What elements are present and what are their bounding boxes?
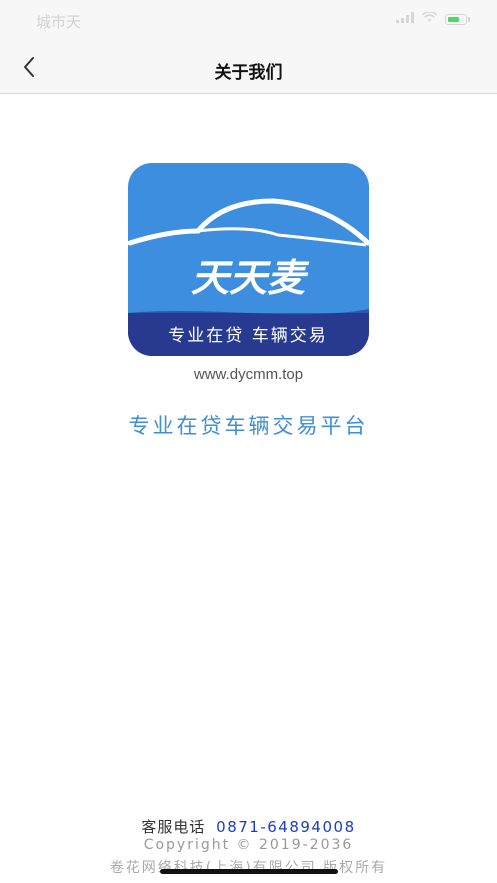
- wifi-icon: [421, 11, 438, 26]
- page-title: 关于我们: [214, 63, 283, 83]
- website-url: www.dycmm.top: [193, 366, 304, 383]
- tagline: 专业在贷车辆交易平台: [128, 414, 369, 438]
- carrier-label: 城市天: [36, 13, 82, 31]
- logo-brand-name: 天天麦: [191, 256, 310, 300]
- battery-icon: [445, 13, 470, 25]
- company-text: 卷花网络科技(上海)有限公司 版权所有: [109, 860, 388, 876]
- customer-service-line: 客服电话 0871-64894008: [0, 816, 497, 837]
- home-indicator[interactable]: [160, 869, 338, 874]
- copyright-text: Copyright © 2019-2036: [143, 837, 354, 853]
- navigation-bar: 关于我们: [0, 44, 497, 94]
- logo-slogan: 专业在贷 车辆交易: [168, 326, 327, 346]
- phone-number-link[interactable]: 0871-64894008: [216, 818, 355, 836]
- status-bar: 城市天: [0, 0, 497, 44]
- app-logo: 天天麦 专业在贷 车辆交易: [128, 163, 369, 356]
- status-right: [396, 11, 470, 26]
- signal-icon: [396, 12, 414, 26]
- battery-fill: [448, 16, 459, 22]
- phone-label: 客服电话: [141, 818, 206, 836]
